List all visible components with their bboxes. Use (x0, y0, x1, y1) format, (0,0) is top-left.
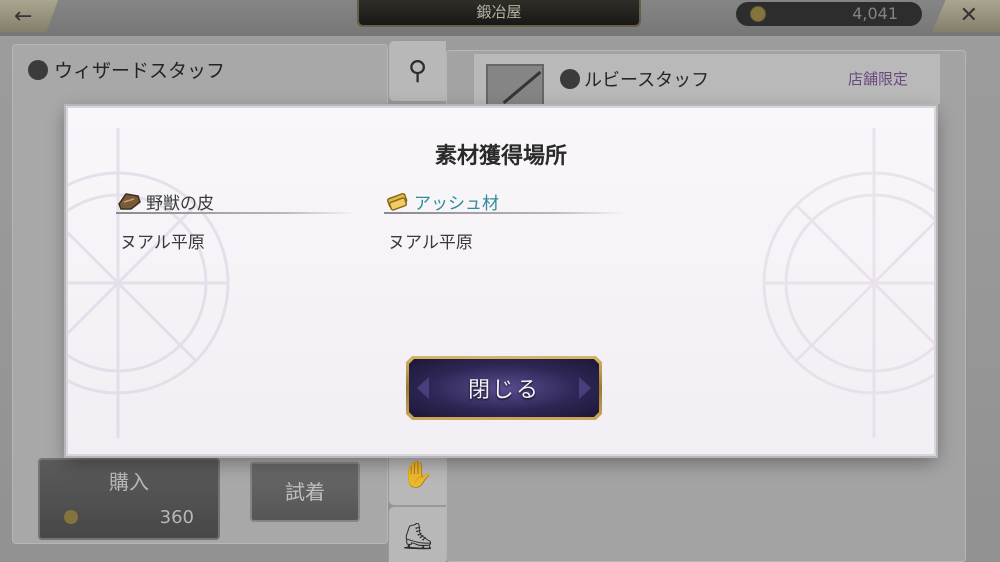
material-source-dialog: 素材獲得場所 野獣の皮 ヌアル平原 アッシュ材 ヌアル平原 閉じる (66, 106, 936, 456)
material-entry: 野獣の皮 ヌアル平原 (116, 188, 356, 253)
dialog-title: 素材獲得場所 (434, 143, 567, 169)
material-entry: アッシュ材 ヌアル平原 (384, 188, 624, 253)
material-location: ヌアル平原 (120, 233, 205, 253)
material-header: 野獣の皮 (116, 188, 356, 216)
material-location: ヌアル平原 (388, 233, 473, 253)
material-name: 野獣の皮 (146, 193, 214, 214)
wood-icon (386, 192, 408, 211)
material-header: アッシュ材 (384, 188, 624, 216)
leather-icon (118, 193, 141, 210)
close-dialog-label: 閉じる (467, 378, 540, 403)
material-name: アッシュ材 (414, 193, 499, 214)
close-dialog-button-face: 閉じる (409, 359, 599, 417)
close-dialog-button[interactable]: 閉じる (406, 356, 602, 420)
